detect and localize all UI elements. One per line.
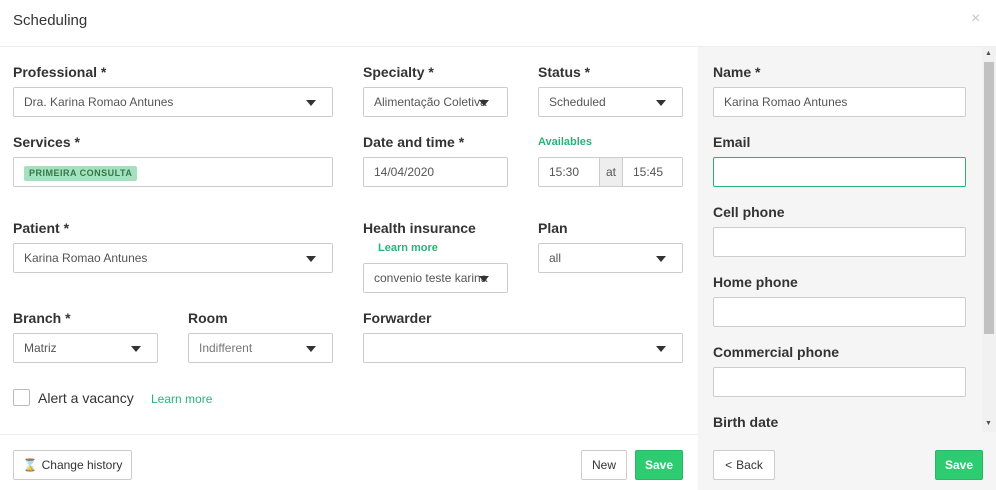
- specialty-select[interactable]: Alimentação Coletiva: [363, 87, 508, 117]
- caret-down-icon: [479, 100, 489, 106]
- back-button[interactable]: < Back: [713, 450, 775, 480]
- service-tag[interactable]: PRIMEIRA CONSULTA: [24, 166, 138, 181]
- commercial-phone-label: Commercial phone: [713, 344, 840, 360]
- forwarder-label: Forwarder: [363, 310, 432, 326]
- cell-phone-input[interactable]: [713, 227, 966, 257]
- change-history-button[interactable]: ⌛ Change history: [13, 450, 132, 480]
- status-label: Status *: [538, 64, 591, 80]
- home-phone-label: Home phone: [713, 274, 798, 290]
- new-label: New: [591, 458, 616, 472]
- scrollbar-thumb[interactable]: [984, 62, 994, 334]
- room-select[interactable]: Indifferent: [188, 333, 333, 363]
- name-value: Karina Romao Antunes: [724, 95, 848, 109]
- caret-down-icon: [306, 256, 316, 262]
- health-insurance-learn-more-link[interactable]: Learn more: [378, 242, 438, 254]
- time-range: 15:30 at 15:45: [538, 157, 683, 187]
- home-phone-input[interactable]: [713, 297, 966, 327]
- email-label: Email: [713, 134, 751, 150]
- plan-label: Plan: [538, 220, 568, 236]
- scroll-down-icon[interactable]: ▼: [985, 420, 992, 427]
- name-label: Name *: [713, 64, 761, 80]
- chevron-left-icon: <: [725, 458, 733, 472]
- caret-down-icon: [656, 346, 666, 352]
- commercial-phone-input[interactable]: [713, 367, 966, 397]
- date-value: 14/04/2020: [374, 165, 435, 179]
- branch-value: Matriz: [24, 341, 57, 355]
- patient-select[interactable]: Karina Romao Antunes: [13, 243, 333, 273]
- save-label: Save: [644, 458, 674, 472]
- patient-value: Karina Romao Antunes: [24, 251, 148, 265]
- caret-down-icon: [306, 100, 316, 106]
- branch-label: Branch *: [13, 310, 71, 326]
- professional-label: Professional *: [13, 64, 107, 80]
- dialog-title: Scheduling: [13, 12, 88, 29]
- room-value: Indifferent: [199, 341, 253, 355]
- health-insurance-value: convenio teste karina: [374, 271, 488, 285]
- caret-down-icon: [306, 346, 316, 352]
- alert-vacancy-label[interactable]: Alert a vacancy: [38, 390, 134, 406]
- cell-phone-label: Cell phone: [713, 204, 785, 220]
- alert-vacancy-learn-more-link[interactable]: Learn more: [151, 392, 212, 406]
- caret-down-icon: [656, 100, 666, 106]
- specialty-value: Alimentação Coletiva: [374, 95, 487, 109]
- change-history-label: Change history: [41, 458, 123, 472]
- email-input[interactable]: [713, 157, 966, 187]
- save-patient-label: Save: [944, 458, 974, 472]
- health-insurance-select[interactable]: convenio teste karina: [363, 263, 508, 293]
- hourglass-icon: ⌛: [22, 458, 38, 472]
- caret-down-icon: [131, 346, 141, 352]
- services-field[interactable]: PRIMEIRA CONSULTA: [13, 157, 333, 187]
- back-label: Back: [736, 458, 763, 472]
- forwarder-select[interactable]: [363, 333, 683, 363]
- date-input[interactable]: 14/04/2020: [363, 157, 508, 187]
- date-time-label: Date and time *: [363, 134, 465, 150]
- save-patient-button[interactable]: Save: [935, 450, 983, 480]
- professional-select[interactable]: Dra. Karina Romao Antunes: [13, 87, 333, 117]
- alert-vacancy-checkbox[interactable]: [13, 389, 30, 406]
- plan-select[interactable]: all: [538, 243, 683, 273]
- time-separator: at: [599, 158, 623, 186]
- health-insurance-label: Health insurance: [363, 220, 476, 236]
- status-value: Scheduled: [549, 95, 606, 109]
- footer-divider: [0, 434, 698, 435]
- end-time-input[interactable]: 15:45: [633, 158, 663, 186]
- plan-value: all: [549, 251, 562, 265]
- specialty-label: Specialty *: [363, 64, 434, 80]
- close-icon[interactable]: ×: [971, 10, 980, 28]
- birth-date-label: Birth date: [713, 414, 779, 430]
- branch-select[interactable]: Matriz: [13, 333, 158, 363]
- caret-down-icon: [479, 276, 489, 282]
- name-input[interactable]: Karina Romao Antunes: [713, 87, 966, 117]
- services-label: Services *: [13, 134, 80, 150]
- scroll-up-icon[interactable]: ▲: [985, 50, 992, 57]
- caret-down-icon: [656, 256, 666, 262]
- patient-label: Patient *: [13, 220, 70, 236]
- new-button[interactable]: New: [581, 450, 627, 480]
- status-select[interactable]: Scheduled: [538, 87, 683, 117]
- professional-value: Dra. Karina Romao Antunes: [24, 95, 174, 109]
- start-time-input[interactable]: 15:30: [549, 158, 579, 186]
- availables-link[interactable]: Availables: [538, 136, 592, 148]
- save-button[interactable]: Save: [635, 450, 683, 480]
- room-label: Room: [188, 310, 228, 326]
